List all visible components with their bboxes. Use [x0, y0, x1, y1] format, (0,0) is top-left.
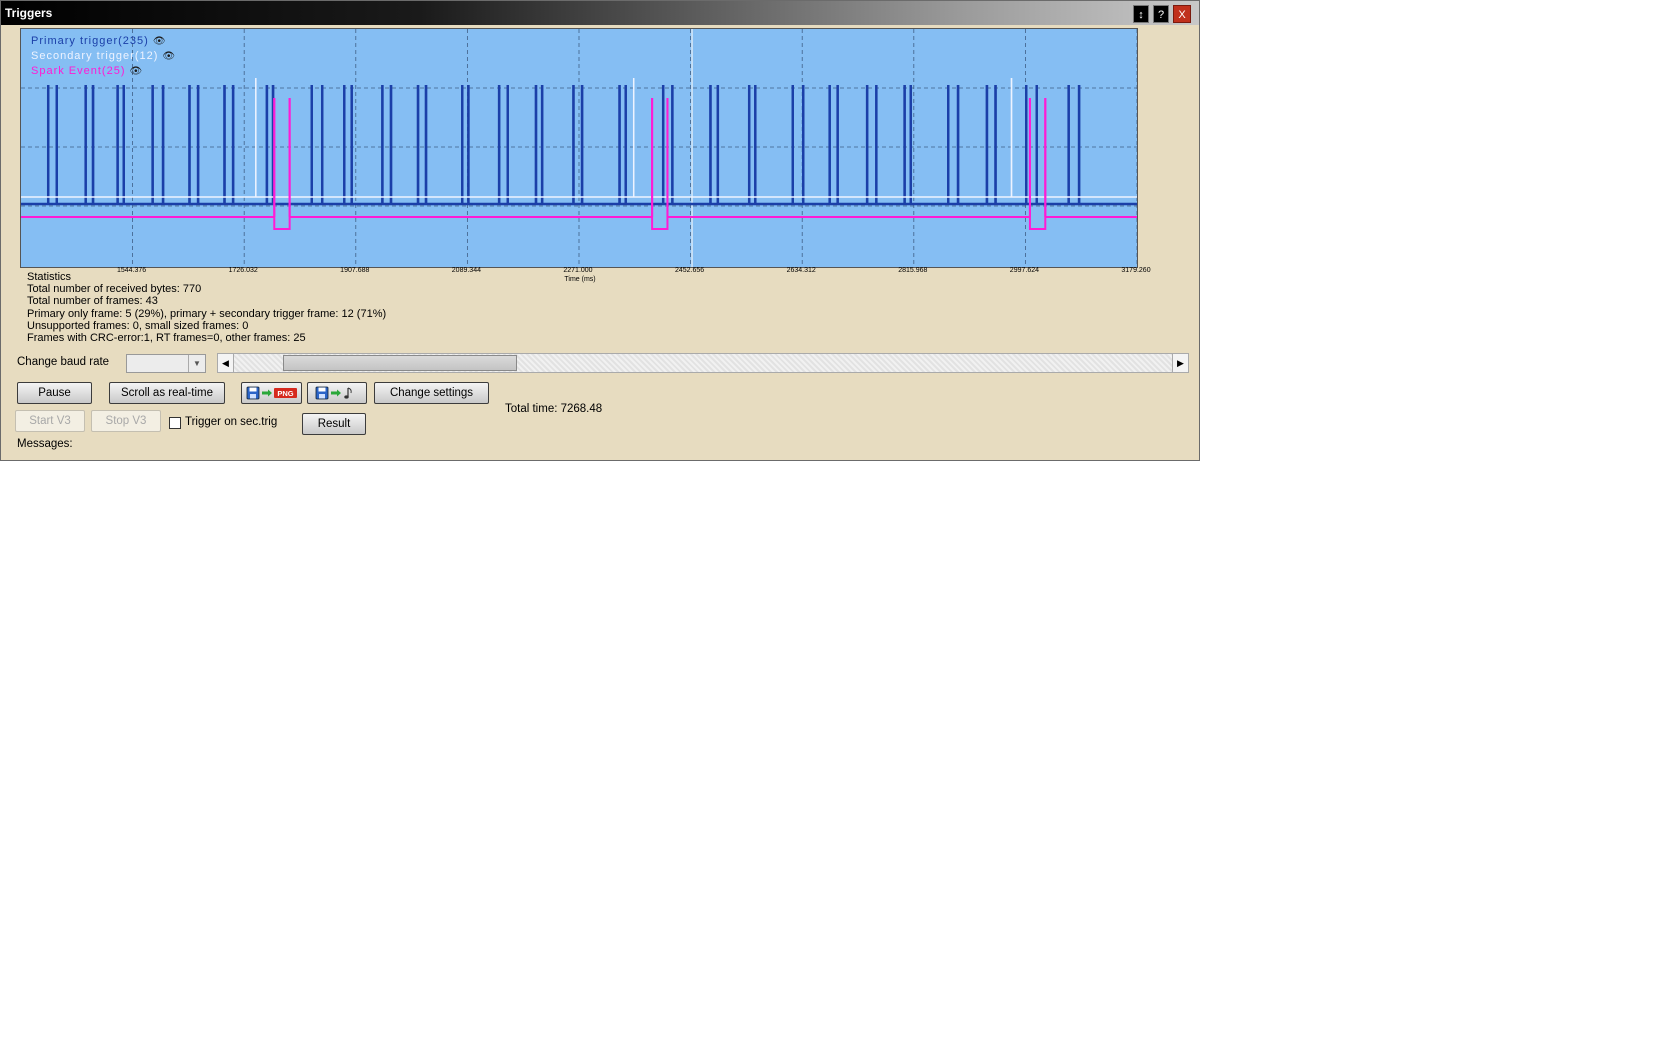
window-title: Triggers — [5, 6, 53, 20]
x-tick-label: 2271.000 — [563, 267, 593, 274]
stat-line: Total number of frames: 43 — [27, 295, 158, 308]
save-sound-icon — [315, 386, 352, 400]
pause-button[interactable]: Pause — [17, 382, 92, 404]
chevron-down-icon[interactable]: ▼ — [188, 355, 205, 372]
legend-secondary[interactable]: Secondary trigger(12) 👁 — [31, 50, 176, 62]
statistics-panel: Statistics Total number of received byte… — [27, 271, 386, 344]
change-settings-button[interactable]: Change settings — [374, 382, 489, 404]
result-button[interactable]: Result — [302, 413, 366, 435]
x-tick-label: 2815.968 — [898, 267, 928, 274]
trigger-on-sec-checkbox[interactable] — [169, 417, 181, 429]
resize-button[interactable]: ↕ — [1133, 5, 1149, 23]
stat-line: Unsupported frames: 0, small sized frame… — [27, 319, 249, 332]
baud-rate-select[interactable]: ▼ — [126, 354, 206, 373]
scroll-right-arrow-icon[interactable]: ▶ — [1172, 354, 1188, 372]
x-tick-label: 2452.656 — [674, 267, 705, 274]
save-sound-button[interactable] — [307, 382, 367, 404]
statistics-heading: Statistics — [27, 271, 72, 283]
scroll-thumb[interactable] — [283, 355, 518, 371]
stat-line: Total number of received bytes: 770 — [27, 283, 202, 296]
x-tick-label: 2634.312 — [786, 267, 816, 274]
stat-line: Frames with CRC-error:1, RT frames=0, ot… — [27, 332, 306, 345]
triggers-window: Triggers ↕ ? X Primary trigger(235) 👁 Se… — [0, 0, 1200, 461]
trigger-plot[interactable]: Primary trigger(235) 👁 Secondary trigger… — [20, 28, 1138, 268]
legend-primary[interactable]: Primary trigger(235) 👁 — [31, 35, 167, 47]
time-scrollbar[interactable]: ◀ ▶ — [217, 353, 1189, 373]
x-tick-label: 3179.260 — [1121, 267, 1151, 274]
messages-label: Messages: — [17, 438, 73, 450]
eye-icon[interactable]: 👁 — [129, 66, 143, 77]
trigger-on-sec-label: Trigger on sec.trig — [185, 416, 278, 428]
x-axis-label: Time (ms) — [564, 276, 596, 283]
help-button[interactable]: ? — [1153, 5, 1169, 23]
legend-spark-label: Spark Event(25) — [31, 65, 126, 77]
stop-v3-button[interactable]: Stop V3 — [91, 410, 161, 432]
legend-primary-label: Primary trigger(235) — [31, 35, 149, 47]
plot-canvas — [21, 29, 1137, 267]
png-label: PNG — [277, 389, 293, 398]
scroll-left-arrow-icon[interactable]: ◀ — [218, 354, 234, 372]
save-png-icon: PNG — [246, 386, 297, 400]
legend-secondary-label: Secondary trigger(12) — [31, 50, 159, 62]
save-png-button[interactable]: PNG — [241, 382, 302, 404]
x-tick-label: 2089.344 — [451, 267, 481, 274]
close-button[interactable]: X — [1173, 5, 1191, 23]
legend-spark[interactable]: Spark Event(25) 👁 — [31, 65, 143, 77]
title-bar[interactable]: Triggers ↕ ? X — [1, 1, 1199, 25]
total-time-label: Total time: 7268.48 — [505, 403, 603, 415]
eye-icon[interactable]: 👁 — [153, 36, 167, 47]
scroll-realtime-button[interactable]: Scroll as real-time — [109, 382, 225, 404]
start-v3-button[interactable]: Start V3 — [15, 410, 85, 432]
eye-icon[interactable]: 👁 — [162, 51, 176, 62]
baud-rate-label: Change baud rate — [17, 356, 110, 368]
stat-line: Primary only frame: 5 (29%), primary + s… — [27, 307, 387, 320]
x-tick-label: 2997.624 — [1009, 267, 1040, 274]
